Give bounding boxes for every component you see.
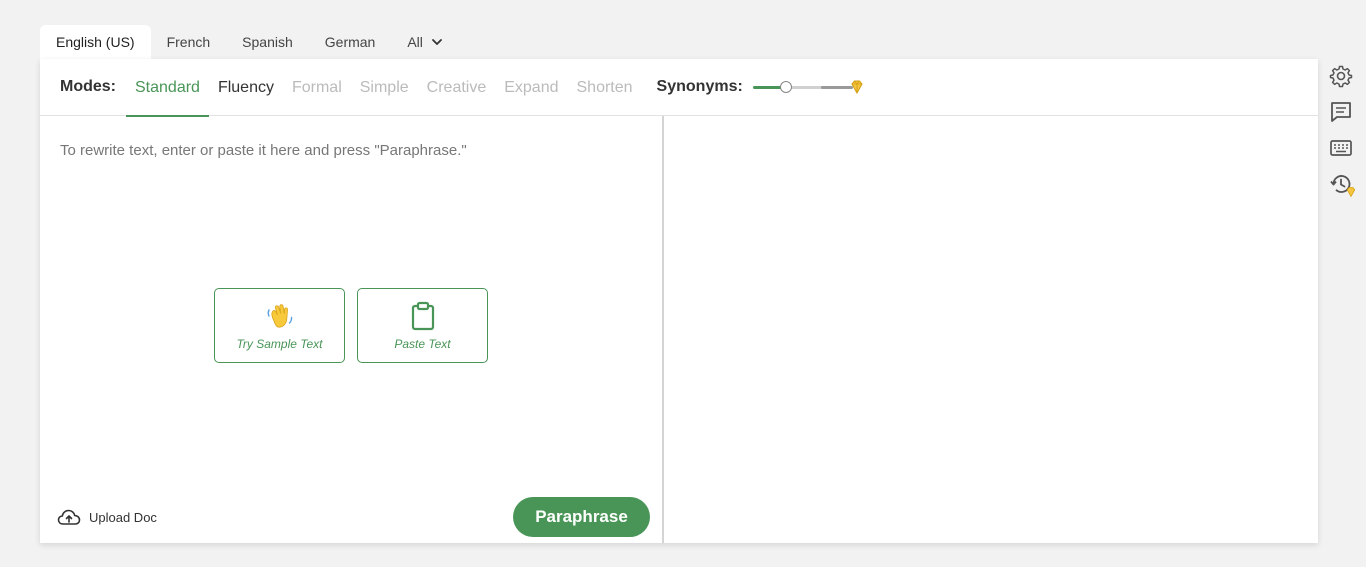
upload-doc-button[interactable]: Upload Doc bbox=[57, 508, 157, 526]
tab-spanish[interactable]: Spanish bbox=[226, 25, 309, 59]
paste-text-button[interactable]: Paste Text bbox=[357, 288, 488, 363]
paraphraser-card: Modes: Standard Fluency Formal Simple Cr… bbox=[40, 59, 1318, 543]
tab-english-us[interactable]: English (US) bbox=[40, 25, 151, 59]
clipboard-icon bbox=[411, 301, 434, 330]
mode-standard[interactable]: Standard bbox=[126, 59, 209, 117]
gear-icon[interactable] bbox=[1329, 64, 1353, 88]
history-button[interactable] bbox=[1329, 172, 1356, 198]
comment-icon[interactable] bbox=[1329, 100, 1353, 124]
mode-expand[interactable]: Expand bbox=[495, 59, 567, 116]
try-sample-text-button[interactable]: Try Sample Text bbox=[214, 288, 345, 363]
tab-french[interactable]: French bbox=[151, 25, 227, 59]
mode-formal[interactable]: Formal bbox=[283, 59, 351, 116]
upload-doc-label: Upload Doc bbox=[89, 509, 157, 525]
input-pane[interactable]: To rewrite text, enter or paste it here … bbox=[40, 116, 662, 543]
language-tabs: English (US) French Spanish German All bbox=[40, 25, 459, 59]
mode-creative[interactable]: Creative bbox=[418, 59, 496, 116]
input-placeholder[interactable]: To rewrite text, enter or paste it here … bbox=[60, 142, 467, 159]
tab-all-label: All bbox=[407, 34, 423, 50]
mode-shorten[interactable]: Shorten bbox=[568, 59, 642, 116]
paraphrase-button[interactable]: Paraphrase bbox=[513, 497, 650, 537]
modes-bar: Modes: Standard Fluency Formal Simple Cr… bbox=[40, 59, 1318, 117]
synonyms-slider[interactable] bbox=[752, 77, 863, 97]
keyboard-icon[interactable] bbox=[1329, 136, 1353, 160]
tab-all-languages[interactable]: All bbox=[391, 25, 459, 59]
premium-diamond-icon bbox=[1346, 187, 1356, 198]
premium-diamond-icon bbox=[851, 80, 863, 95]
side-toolbar bbox=[1326, 64, 1356, 198]
paste-text-label: Paste Text bbox=[394, 336, 451, 351]
tab-german[interactable]: German bbox=[309, 25, 392, 59]
chevron-down-icon bbox=[432, 39, 442, 45]
waving-hand-icon bbox=[267, 303, 292, 328]
try-sample-text-label: Try Sample Text bbox=[236, 336, 323, 351]
cloud-upload-icon bbox=[57, 509, 81, 525]
mode-fluency[interactable]: Fluency bbox=[209, 59, 283, 116]
slider-thumb[interactable] bbox=[779, 81, 792, 93]
synonyms-label: Synonyms: bbox=[656, 78, 743, 95]
mode-simple[interactable]: Simple bbox=[351, 59, 418, 116]
output-pane bbox=[664, 116, 1318, 543]
modes-label: Modes: bbox=[60, 78, 116, 95]
